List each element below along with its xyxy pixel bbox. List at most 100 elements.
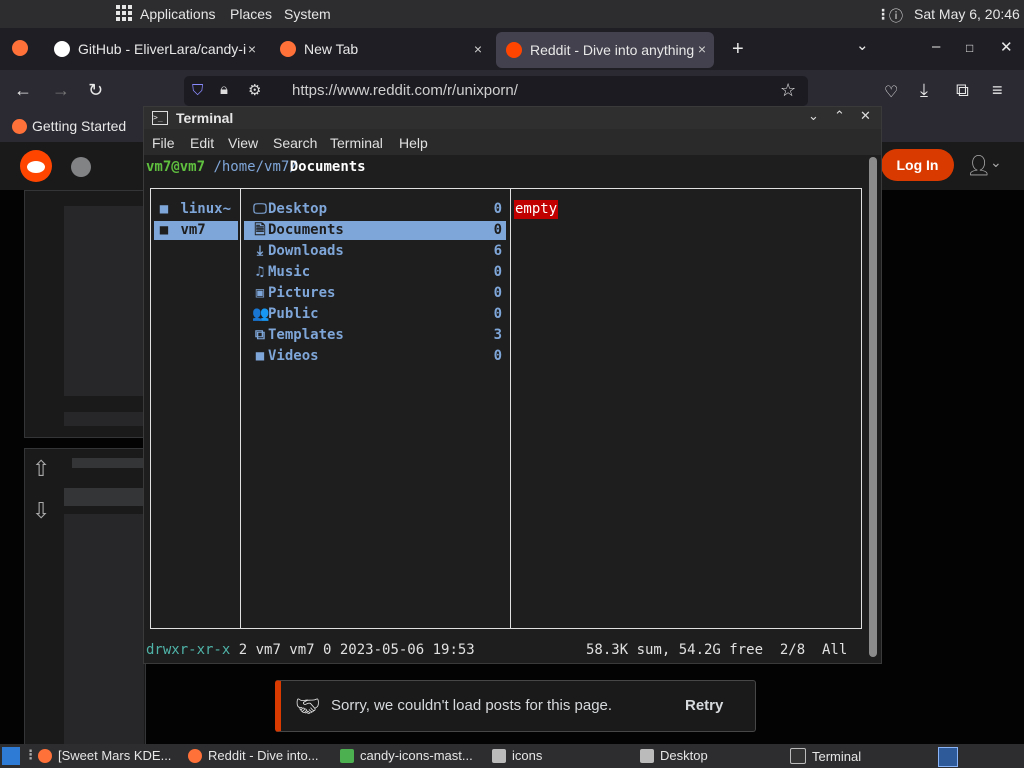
github-icon (54, 41, 70, 57)
prompt-user: vm7@vm7 (146, 159, 206, 175)
shield-icon[interactable]: ⛉ (192, 82, 203, 99)
dir-item[interactable]: ♫ Music 0 (252, 263, 506, 282)
maximize-icon[interactable]: ⌃ (834, 109, 845, 124)
menu-file[interactable]: File (152, 135, 175, 151)
places-menu[interactable]: Places (230, 6, 272, 22)
terminal-window[interactable]: >_ Terminal ⌄ ⌃ ✕ File Edit View Search … (143, 106, 882, 664)
dir-item[interactable]: 🖵Desktop 0 (252, 200, 506, 219)
chevron-down-icon[interactable]: ⌄ (990, 154, 1002, 171)
show-desktop-icon[interactable] (2, 747, 20, 765)
tab-new-tab[interactable]: New Tab × (280, 28, 490, 70)
parent-dir-item[interactable]: ■ vm7 (154, 221, 238, 240)
taskbar-item-candy-icons[interactable]: candy-icons-mast... (340, 748, 473, 763)
item-count: 0 (493, 201, 502, 217)
scrollbar-thumb[interactable] (869, 157, 877, 657)
menu-view[interactable]: View (228, 135, 258, 151)
post-thumbnail (64, 514, 144, 744)
reddit-icon (506, 42, 522, 58)
pocket-icon[interactable]: ♡ (884, 82, 898, 102)
tab-github[interactable]: GitHub - EliverLara/candy-i × (54, 28, 264, 70)
bookmark-getting-started[interactable]: Getting Started (32, 118, 126, 134)
dir-item[interactable]: ⧉ Templates 3 (252, 326, 506, 345)
dir-name: vm7 (180, 222, 206, 238)
close-tab-icon[interactable]: × (698, 41, 706, 57)
new-tab-button[interactable]: + (732, 38, 744, 61)
menu-terminal[interactable]: Terminal (330, 135, 383, 151)
minimize-icon[interactable]: – (932, 38, 940, 55)
applications-menu[interactable]: Applications (140, 6, 216, 22)
back-button[interactable]: ← (14, 80, 32, 101)
prompt-line: vm7@vm7 /home/vm7/Documents (146, 158, 366, 177)
dir-name: Videos (268, 348, 319, 364)
dir-item[interactable]: 🗎 Documents 0 (244, 221, 506, 240)
list-tabs-icon[interactable]: ⌄ (856, 36, 869, 54)
item-count: 0 (493, 264, 502, 280)
column-divider (510, 188, 511, 629)
kebab-icon[interactable]: ⋮ (876, 6, 890, 23)
url-text[interactable]: https://www.reddit.com/r/unixporn/ (292, 82, 518, 99)
taskbar-item-desktop[interactable]: Desktop (640, 748, 708, 763)
taskbar-label: [Sweet Mars KDE... (58, 748, 172, 763)
workspace-switcher[interactable] (938, 747, 958, 767)
menu-icon[interactable]: ≡ (992, 80, 1003, 101)
reload-button[interactable]: ↻ (88, 80, 103, 101)
apps-grid-icon[interactable] (116, 5, 132, 21)
extensions-icon[interactable]: ⧉ (956, 80, 969, 101)
post-thumbnail (64, 206, 144, 396)
folder-icon: ■ (159, 201, 169, 217)
post-placeholder (72, 458, 144, 468)
toast-message: Sorry, we couldn't load posts for this p… (331, 697, 613, 714)
document-icon: 🗎 (254, 222, 266, 238)
dir-name: Public (268, 306, 319, 322)
login-button[interactable]: Log In (881, 149, 954, 181)
firefox-icon[interactable] (12, 40, 28, 56)
download-icon: ⤓ (256, 243, 264, 259)
preview-empty-badge: empty (514, 200, 559, 219)
menu-edit[interactable]: Edit (190, 135, 214, 151)
taskbar-item-icons[interactable]: icons (492, 748, 542, 763)
community-icon[interactable] (71, 157, 91, 177)
taskbar-item-reddit[interactable]: Reddit - Dive into... (188, 748, 319, 763)
close-window-icon[interactable]: ✕ (1000, 38, 1013, 56)
dir-name: Downloads (268, 243, 344, 259)
close-tab-icon[interactable]: × (474, 41, 482, 57)
tab-reddit[interactable]: Reddit - Dive into anything × (496, 32, 714, 68)
bookmark-star-icon[interactable]: ☆ (780, 80, 796, 101)
system-menu[interactable]: System (284, 6, 331, 22)
minimize-icon[interactable]: ⌄ (808, 109, 819, 124)
info-icon[interactable]: ⓘ (889, 6, 903, 26)
user-icon[interactable]: 👤︎ (966, 153, 991, 178)
upvote-icon[interactable]: ⇧ (32, 456, 50, 482)
reddit-logo-icon[interactable] (20, 150, 52, 182)
permissions-icon[interactable]: ⚙ (248, 81, 261, 99)
taskbar-item-sweet-mars[interactable]: [Sweet Mars KDE... (38, 748, 171, 763)
desktop-icon (640, 748, 654, 763)
dir-item[interactable]: ▣ Pictures 0 (252, 284, 506, 303)
lock-icon[interactable]: 🔒︎ (220, 81, 228, 98)
item-count: 0 (493, 348, 502, 364)
parent-dir-item[interactable]: ■ linux~ (156, 200, 236, 219)
dir-item[interactable]: 👥Public 0 (252, 305, 506, 324)
dir-item[interactable]: ⤓ Downloads 6 (252, 242, 506, 261)
close-tab-icon[interactable]: × (248, 41, 256, 57)
forward-button[interactable]: → (52, 80, 70, 101)
retry-button[interactable]: Retry (685, 697, 723, 714)
maximize-icon[interactable]: □ (966, 41, 973, 55)
terminal-menubar: File Edit View Search Terminal Help (144, 129, 881, 155)
dir-item[interactable]: ■ Videos 0 (252, 347, 506, 366)
terminal-icon: >_ (152, 111, 168, 125)
downvote-icon[interactable]: ⇩ (32, 498, 50, 524)
post-placeholder (64, 412, 144, 426)
taskbar: ⋮ [Sweet Mars KDE... Reddit - Dive into.… (0, 744, 1024, 768)
users-icon: 👥 (252, 306, 270, 322)
item-count: 6 (493, 243, 502, 259)
grip-icon: ⋮ (24, 747, 37, 762)
terminal-titlebar[interactable]: >_ Terminal ⌄ ⌃ ✕ (144, 107, 881, 129)
menu-help[interactable]: Help (399, 135, 428, 151)
menu-search[interactable]: Search (273, 135, 317, 151)
taskbar-label: icons (512, 748, 543, 763)
close-icon[interactable]: ✕ (860, 109, 871, 124)
download-icon[interactable]: ⤓ (920, 80, 928, 101)
clock[interactable]: Sat May 6, 20:46 (914, 6, 1020, 22)
taskbar-item-terminal[interactable]: Terminal (790, 748, 861, 764)
